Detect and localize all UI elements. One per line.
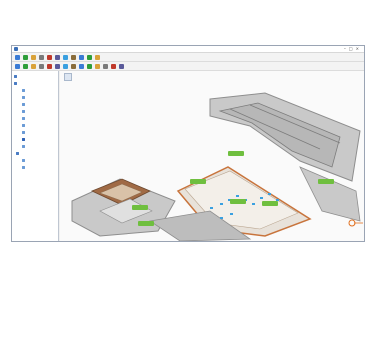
- map-label-tag[interactable]: [138, 221, 154, 226]
- layer-icon[interactable]: [39, 64, 44, 69]
- layer-icon: [22, 109, 25, 113]
- device-marker[interactable]: [220, 217, 223, 219]
- cut-icon[interactable]: [47, 55, 52, 60]
- application-window: –□×: [11, 45, 365, 242]
- map-label-tag[interactable]: [228, 151, 244, 156]
- view-3d-icon[interactable]: [63, 64, 68, 69]
- redo-icon[interactable]: [79, 55, 84, 60]
- tag-icon[interactable]: [95, 64, 100, 69]
- layer-icon: [22, 88, 25, 92]
- layer-icon: [16, 151, 19, 155]
- layer-icon: [22, 144, 25, 148]
- device-marker[interactable]: [236, 195, 239, 197]
- scene-tree-panel: [12, 71, 59, 241]
- device-marker[interactable]: [220, 203, 223, 205]
- open-icon[interactable]: [23, 55, 28, 60]
- print-icon[interactable]: [39, 55, 44, 60]
- layer-icon: [22, 137, 25, 141]
- view-top-icon[interactable]: [71, 64, 76, 69]
- layer-icon: [22, 95, 25, 99]
- settings-icon[interactable]: [119, 64, 124, 69]
- select-icon[interactable]: [15, 64, 20, 69]
- device-marker[interactable]: [252, 203, 255, 205]
- rotate-icon[interactable]: [31, 64, 36, 69]
- close-icon[interactable]: ×: [356, 46, 362, 51]
- layer-icon: [22, 102, 25, 106]
- map-label-tag[interactable]: [262, 201, 278, 206]
- copy-icon[interactable]: [55, 55, 60, 60]
- paste-icon[interactable]: [63, 55, 68, 60]
- device-marker[interactable]: [210, 207, 213, 209]
- device-marker[interactable]: [268, 193, 271, 195]
- zoom-icon[interactable]: [87, 55, 92, 60]
- layer-icon: [14, 74, 17, 78]
- device-marker[interactable]: [230, 213, 233, 215]
- save-icon[interactable]: [31, 55, 36, 60]
- layer-icon: [22, 130, 25, 134]
- layer-icon: [22, 165, 25, 169]
- toolbar-main: [12, 53, 364, 62]
- app-icon: [14, 47, 18, 51]
- layer-icon: [22, 123, 25, 127]
- title-bar: –□×: [12, 46, 364, 53]
- map-label-tag[interactable]: [190, 179, 206, 184]
- filter-icon[interactable]: [103, 64, 108, 69]
- layer-icon: [22, 116, 25, 120]
- layer-icon: [22, 158, 25, 162]
- map-label-tag[interactable]: [230, 199, 246, 204]
- grid-icon[interactable]: [55, 64, 60, 69]
- camera-icon[interactable]: [87, 64, 92, 69]
- toolbar-secondary: [12, 62, 364, 71]
- pan-icon[interactable]: [95, 55, 100, 60]
- map-label-tag[interactable]: [318, 179, 334, 184]
- undo-icon[interactable]: [71, 55, 76, 60]
- light-icon[interactable]: [79, 64, 84, 69]
- window-controls[interactable]: –□×: [344, 46, 362, 52]
- 3d-viewport[interactable]: [60, 71, 364, 241]
- floor-plan-3d[interactable]: [60, 71, 364, 241]
- export-icon[interactable]: [111, 64, 116, 69]
- device-marker[interactable]: [260, 197, 263, 199]
- new-icon[interactable]: [15, 55, 20, 60]
- move-icon[interactable]: [23, 64, 28, 69]
- measure-icon[interactable]: [47, 64, 52, 69]
- maximize-icon[interactable]: □: [349, 46, 356, 51]
- device-marker[interactable]: [276, 199, 279, 201]
- layer-icon: [14, 81, 17, 85]
- map-label-tag[interactable]: [132, 205, 148, 210]
